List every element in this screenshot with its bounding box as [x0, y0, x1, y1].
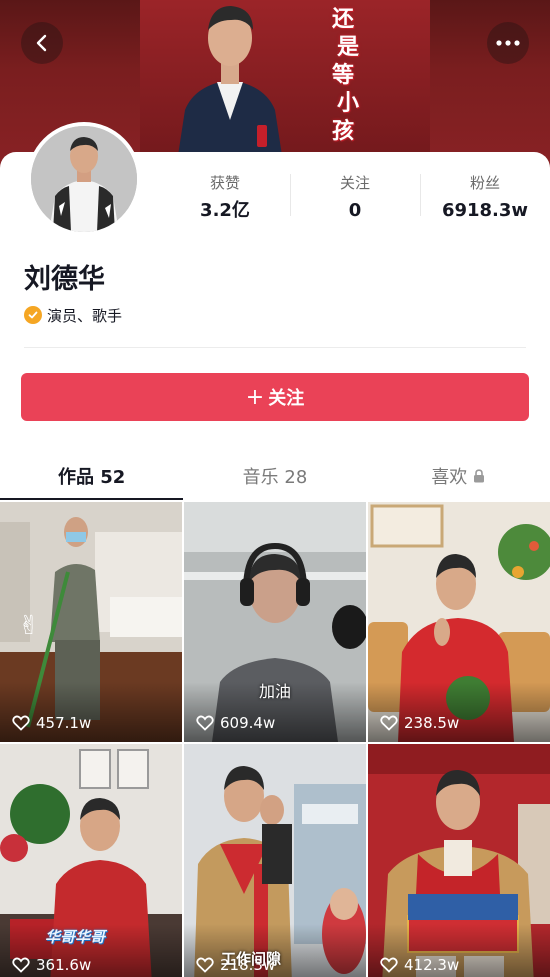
- likes-count: 457.1w: [36, 714, 92, 732]
- heart-icon: [12, 957, 30, 973]
- video-likes: 218.3w: [196, 956, 275, 974]
- stat-value: 6918.3w: [441, 199, 529, 221]
- profile-name: 刘德华: [24, 264, 105, 295]
- avatar[interactable]: [27, 122, 141, 236]
- video-tile[interactable]: 412.3w: [368, 744, 550, 977]
- video-grid: ✌ 457.1w 加油 609.4w 238.5w 华哥华哥 361.6w 工作…: [0, 502, 550, 977]
- video-likes: 238.5w: [380, 714, 459, 732]
- video-caption: 华哥华哥: [44, 928, 105, 946]
- tab-label: 作品 52: [58, 467, 126, 488]
- heart-icon: [12, 715, 30, 731]
- heart-icon: [196, 715, 214, 731]
- stat-value: 0: [348, 199, 362, 221]
- video-tile[interactable]: 加油 609.4w: [184, 502, 366, 742]
- likes-count: 238.5w: [404, 714, 460, 732]
- tab-label: 喜欢: [431, 467, 468, 488]
- plus-icon: +: [245, 384, 265, 410]
- profile-tabs: 作品 52 音乐 28 喜欢: [0, 452, 550, 500]
- stat-following[interactable]: 关注 0: [290, 170, 420, 225]
- banner-title-char: 小: [336, 91, 359, 116]
- banner-title: 还 是 等 小 孩: [318, 6, 368, 146]
- svg-text:✌: ✌: [18, 611, 40, 641]
- banner-person-image: [175, 6, 285, 175]
- follow-label: 关注: [268, 388, 305, 409]
- follow-button[interactable]: + 关注: [21, 373, 529, 421]
- back-button[interactable]: [21, 22, 63, 64]
- verification-text: 演员、歌手: [47, 306, 123, 325]
- likes-count: 609.4w: [220, 714, 276, 732]
- stat-label: 获赞: [209, 173, 240, 192]
- heart-icon: [380, 957, 398, 973]
- likes-count: 412.3w: [404, 956, 460, 974]
- verified-badge-icon: [24, 306, 42, 324]
- stat-followers[interactable]: 粉丝 6918.3w: [420, 170, 550, 225]
- likes-count: 218.3w: [220, 956, 276, 974]
- stat-value: 3.2亿: [200, 199, 250, 221]
- verification-row: 演员、歌手: [24, 303, 122, 327]
- profile-stats: 获赞 3.2亿 关注 0 粉丝 6918.3w: [160, 170, 550, 225]
- tab-label: 音乐 28: [242, 467, 308, 488]
- video-likes: 412.3w: [380, 956, 459, 974]
- video-likes: 361.6w: [12, 956, 91, 974]
- divider: [24, 347, 526, 348]
- likes-count: 361.6w: [36, 956, 92, 974]
- tab-music[interactable]: 音乐 28: [183, 452, 366, 500]
- more-button[interactable]: [487, 22, 529, 64]
- video-caption: 加油: [258, 682, 291, 701]
- video-likes: 457.1w: [12, 714, 91, 732]
- heart-icon: [196, 957, 214, 973]
- banner-title-char: 还: [331, 7, 354, 32]
- more-dots-icon: [496, 40, 520, 46]
- stat-label: 粉丝: [469, 173, 500, 192]
- banner-title-char: 是: [336, 35, 359, 60]
- heart-icon: [380, 715, 398, 731]
- stat-label: 关注: [339, 173, 370, 192]
- stat-likes[interactable]: 获赞 3.2亿: [160, 170, 290, 225]
- banner-title-char: 孩: [331, 119, 354, 144]
- tab-likes[interactable]: 喜欢: [367, 452, 550, 500]
- chevron-left-icon: [36, 34, 47, 52]
- lock-icon: [473, 469, 485, 483]
- video-tile[interactable]: ✌ 457.1w: [0, 502, 182, 742]
- banner-title-char: 等: [331, 63, 354, 88]
- video-likes: 609.4w: [196, 714, 275, 732]
- video-tile[interactable]: 工作间隙 218.3w: [184, 744, 366, 977]
- tab-works[interactable]: 作品 52: [0, 452, 184, 500]
- video-tile[interactable]: 华哥华哥 361.6w: [0, 744, 182, 977]
- video-tile[interactable]: 238.5w: [368, 502, 550, 742]
- avatar-image: [31, 126, 137, 232]
